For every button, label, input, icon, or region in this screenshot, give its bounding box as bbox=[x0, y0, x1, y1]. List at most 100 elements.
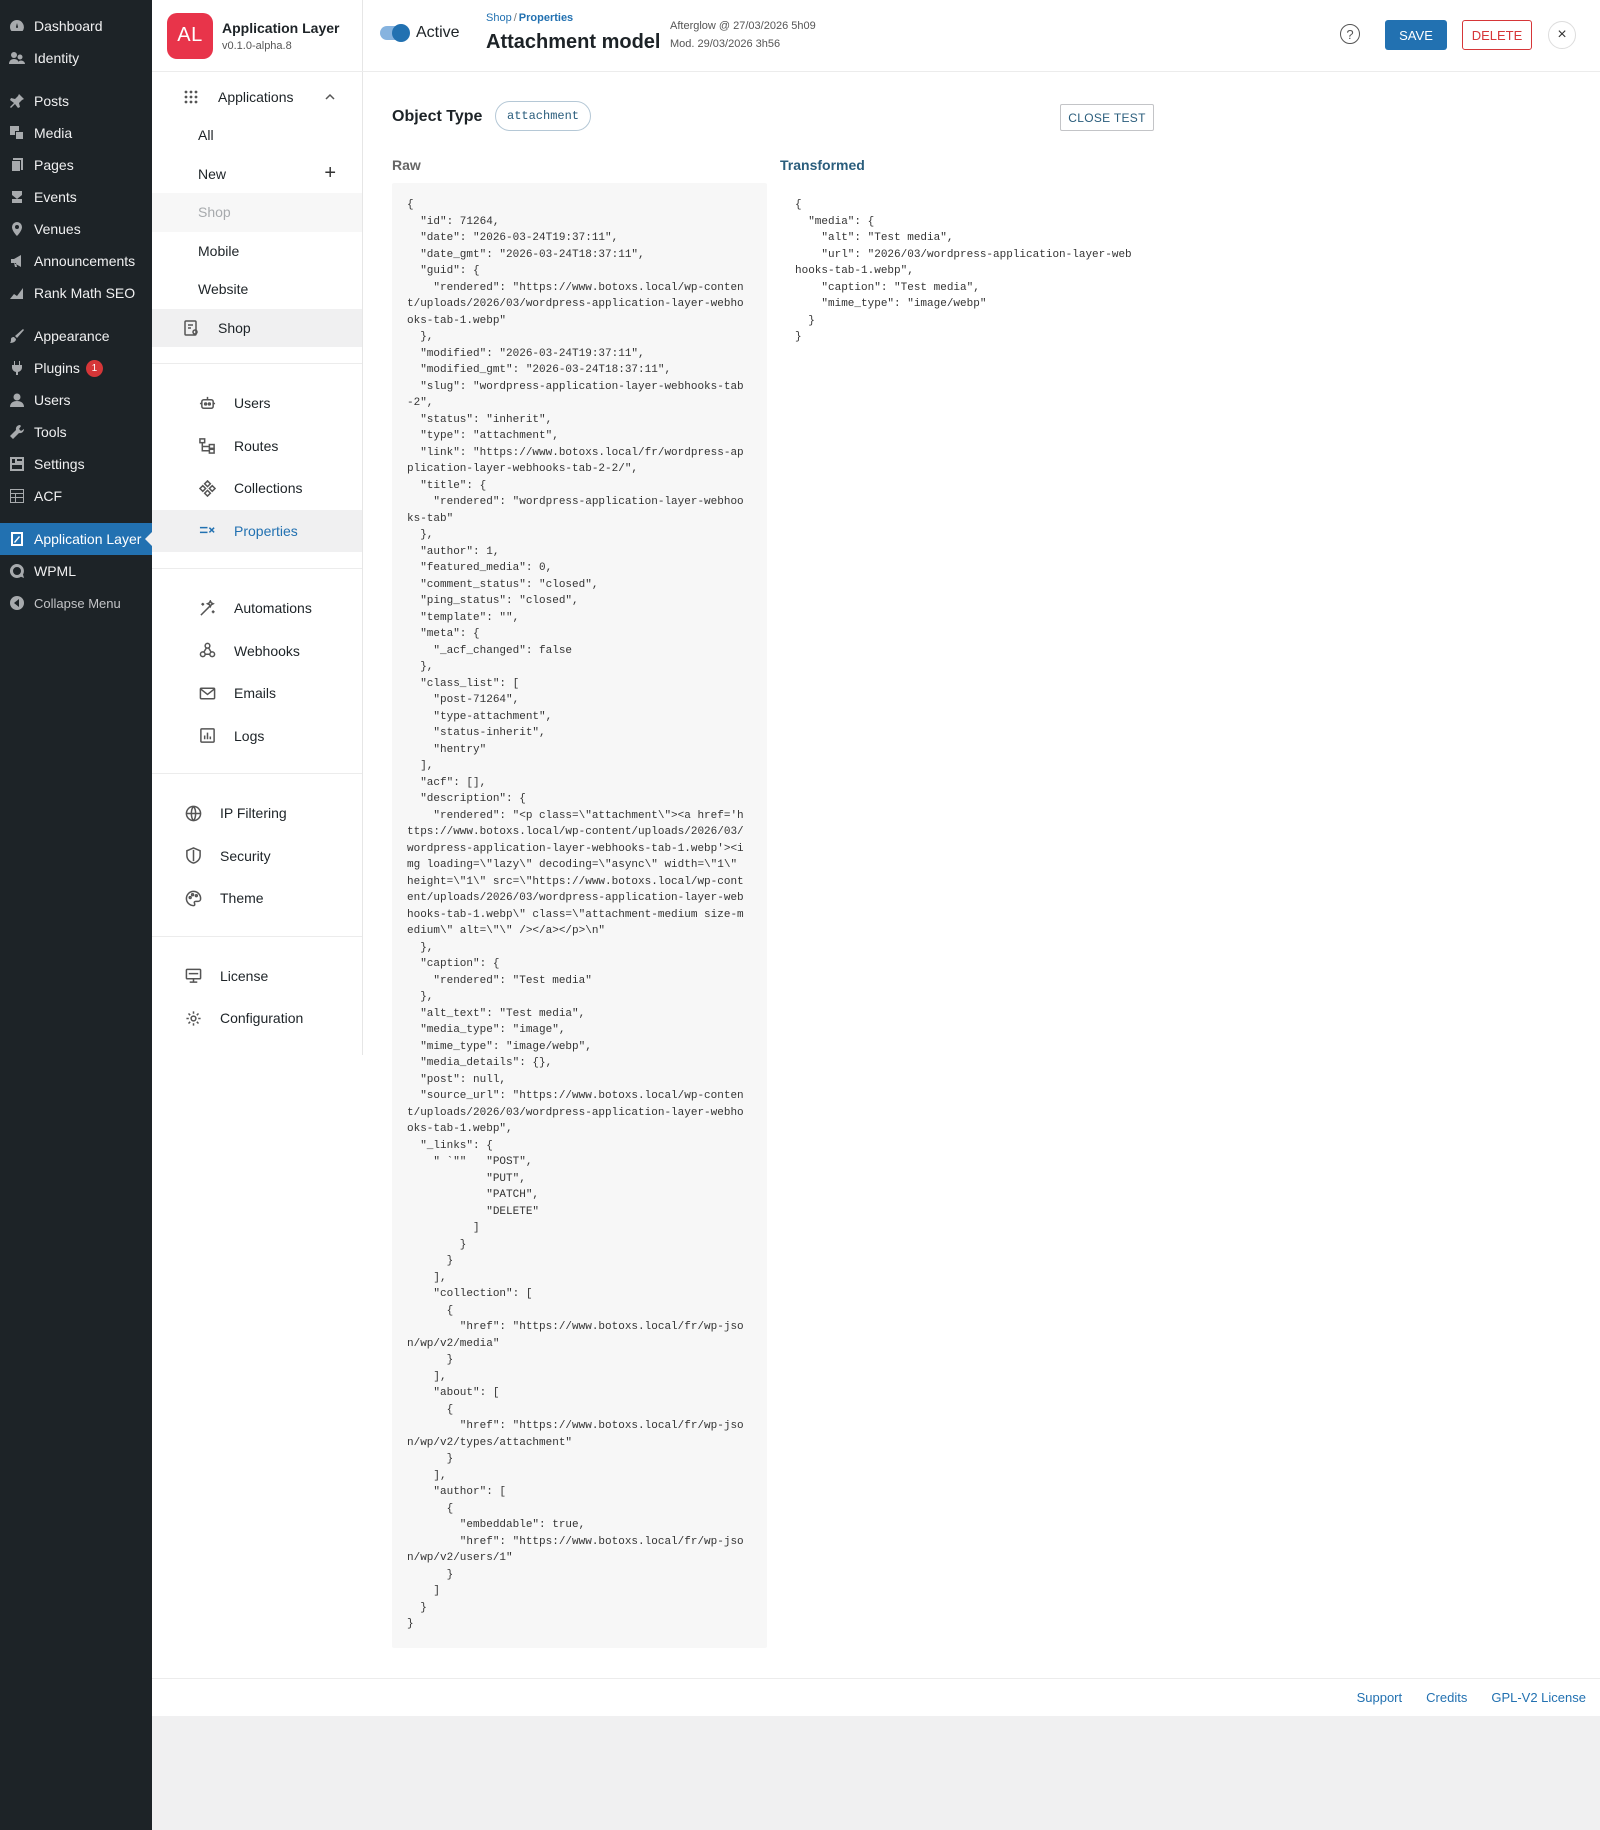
wp-menu-venues[interactable]: Venues bbox=[0, 213, 152, 245]
nav-app-new[interactable]: New + bbox=[152, 155, 362, 194]
divider bbox=[152, 773, 362, 774]
raw-json-panel[interactable]: { "id": 71264, "date": "2026-03-24T19:37… bbox=[392, 183, 767, 1648]
pin-icon bbox=[9, 93, 25, 109]
wp-menu-acf[interactable]: ACF bbox=[0, 480, 152, 512]
brand: AL Application Layer v0.1.0-alpha.8 bbox=[152, 0, 362, 72]
plus-icon[interactable]: + bbox=[324, 162, 336, 185]
wp-menu-collapse[interactable]: Collapse Menu bbox=[0, 587, 152, 619]
transformed-json-code: { "media": { "alt": "Test media", "url":… bbox=[795, 199, 1132, 343]
divider bbox=[152, 568, 362, 569]
credits-link[interactable]: Credits bbox=[1426, 1690, 1467, 1705]
wp-menu-media[interactable]: Media bbox=[0, 117, 152, 149]
shield-icon bbox=[184, 847, 202, 865]
chevron-up-icon[interactable] bbox=[324, 91, 336, 103]
pages-icon bbox=[9, 157, 25, 173]
app-version: v0.1.0-alpha.8 bbox=[222, 39, 292, 52]
wp-menu-rank-math[interactable]: Rank Math SEO bbox=[0, 277, 152, 309]
dashboard-icon bbox=[9, 18, 25, 34]
brush-icon bbox=[9, 328, 25, 344]
robot-icon bbox=[198, 394, 216, 412]
nav-emails[interactable]: Emails bbox=[152, 672, 362, 715]
close-icon[interactable]: × bbox=[1548, 21, 1576, 49]
nav-applications[interactable]: Applications bbox=[152, 78, 362, 116]
wp-menu-posts[interactable]: Posts bbox=[0, 85, 152, 117]
wp-menu-users[interactable]: Users bbox=[0, 384, 152, 416]
plug-icon bbox=[9, 360, 25, 376]
license-link[interactable]: GPL-V2 License bbox=[1491, 1690, 1586, 1705]
apps-grid-icon bbox=[184, 90, 200, 104]
events-icon bbox=[9, 189, 25, 205]
gear-icon bbox=[184, 1009, 202, 1027]
nav-license[interactable]: License bbox=[152, 955, 362, 998]
app-logo: AL bbox=[167, 12, 213, 59]
raw-json-code: { "id": 71264, "date": "2026-03-24T19:37… bbox=[407, 199, 744, 1630]
breadcrumb-current[interactable]: Properties bbox=[519, 12, 573, 24]
nav-app-all[interactable]: All bbox=[152, 116, 362, 155]
nav-logs[interactable]: Logs bbox=[152, 715, 362, 758]
modified-info: Mod. 29/03/2026 3h56 bbox=[670, 38, 781, 50]
nav-automations[interactable]: Automations bbox=[152, 587, 362, 630]
magic-wand-icon bbox=[198, 599, 216, 617]
nav-configuration[interactable]: Configuration bbox=[152, 997, 362, 1040]
raw-label: Raw bbox=[392, 157, 421, 173]
nav-app-mobile[interactable]: Mobile bbox=[152, 232, 362, 271]
toggle-switch[interactable] bbox=[380, 24, 410, 42]
collapse-icon bbox=[9, 595, 25, 611]
nav-collections[interactable]: Collections bbox=[152, 467, 362, 510]
wp-menu-plugins[interactable]: Plugins 1 bbox=[0, 352, 152, 384]
user-icon bbox=[9, 392, 25, 408]
divider bbox=[152, 935, 362, 937]
logs-icon bbox=[198, 727, 216, 745]
plugins-update-badge: 1 bbox=[85, 359, 103, 377]
breadcrumb: Shop / Properties bbox=[486, 12, 574, 24]
routes-icon bbox=[198, 437, 216, 455]
nav-ip-filtering[interactable]: IP Filtering bbox=[152, 792, 362, 835]
nav-app-website[interactable]: Website bbox=[152, 270, 362, 309]
breadcrumb-parent[interactable]: Shop bbox=[486, 12, 512, 24]
nav-app-shop-selected[interactable]: Shop bbox=[152, 308, 362, 347]
nav-routes[interactable]: Routes bbox=[152, 425, 362, 468]
nav-properties[interactable]: Properties bbox=[152, 509, 362, 552]
created-info: Afterglow @ 27/03/2026 5h09 bbox=[670, 20, 816, 32]
wp-menu-announcements[interactable]: Announcements bbox=[0, 245, 152, 277]
shop-app-icon bbox=[184, 320, 200, 336]
object-type-chip[interactable]: attachment bbox=[495, 101, 592, 131]
app-footer: Support Credits GPL-V2 License bbox=[152, 1678, 1600, 1716]
nav-theme[interactable]: Theme bbox=[152, 877, 362, 920]
settings-icon bbox=[9, 456, 25, 472]
wp-menu-identity[interactable]: Identity bbox=[0, 42, 152, 74]
nav-security[interactable]: Security bbox=[152, 835, 362, 878]
wp-menu-pages[interactable]: Pages bbox=[0, 149, 152, 181]
save-button[interactable]: SAVE bbox=[1385, 20, 1447, 50]
chart-icon bbox=[9, 285, 25, 301]
wp-admin-menu: Dashboard Identity Posts Media Pages Eve… bbox=[0, 0, 152, 1830]
palette-icon bbox=[184, 889, 202, 907]
page-title: Attachment model bbox=[486, 31, 661, 53]
media-icon bbox=[9, 125, 25, 141]
active-toggle[interactable]: Active bbox=[380, 24, 460, 42]
nav-webhooks[interactable]: Webhooks bbox=[152, 630, 362, 673]
wp-menu-events[interactable]: Events bbox=[0, 181, 152, 213]
record-meta: Afterglow @ 27/03/2026 5h09 Mod. 29/03/2… bbox=[670, 17, 816, 53]
wp-menu-tools[interactable]: Tools bbox=[0, 416, 152, 448]
delete-button[interactable]: DELETE bbox=[1462, 20, 1532, 50]
nav-app-shop-disabled: Shop bbox=[152, 193, 362, 232]
wpml-icon bbox=[9, 563, 25, 579]
divider bbox=[152, 363, 362, 364]
grid-icon bbox=[9, 488, 25, 504]
nav-users[interactable]: Users bbox=[152, 382, 362, 425]
wp-menu-dashboard[interactable]: Dashboard bbox=[0, 10, 152, 42]
wrench-icon bbox=[9, 424, 25, 440]
wp-menu-application-layer[interactable]: Application Layer bbox=[0, 523, 152, 555]
app-nav: AL Application Layer v0.1.0-alpha.8 Appl… bbox=[152, 0, 363, 1055]
object-type-label: Object Type bbox=[392, 108, 483, 125]
webhook-icon bbox=[198, 642, 216, 660]
wp-menu-appearance[interactable]: Appearance bbox=[0, 320, 152, 352]
globe-icon bbox=[184, 804, 202, 822]
app-layer-icon bbox=[9, 531, 25, 547]
support-link[interactable]: Support bbox=[1357, 1690, 1403, 1705]
wp-menu-wpml[interactable]: WPML bbox=[0, 555, 152, 587]
close-test-button[interactable]: CLOSE TEST bbox=[1060, 104, 1154, 131]
help-icon[interactable]: ? bbox=[1340, 24, 1360, 44]
wp-menu-settings[interactable]: Settings bbox=[0, 448, 152, 480]
